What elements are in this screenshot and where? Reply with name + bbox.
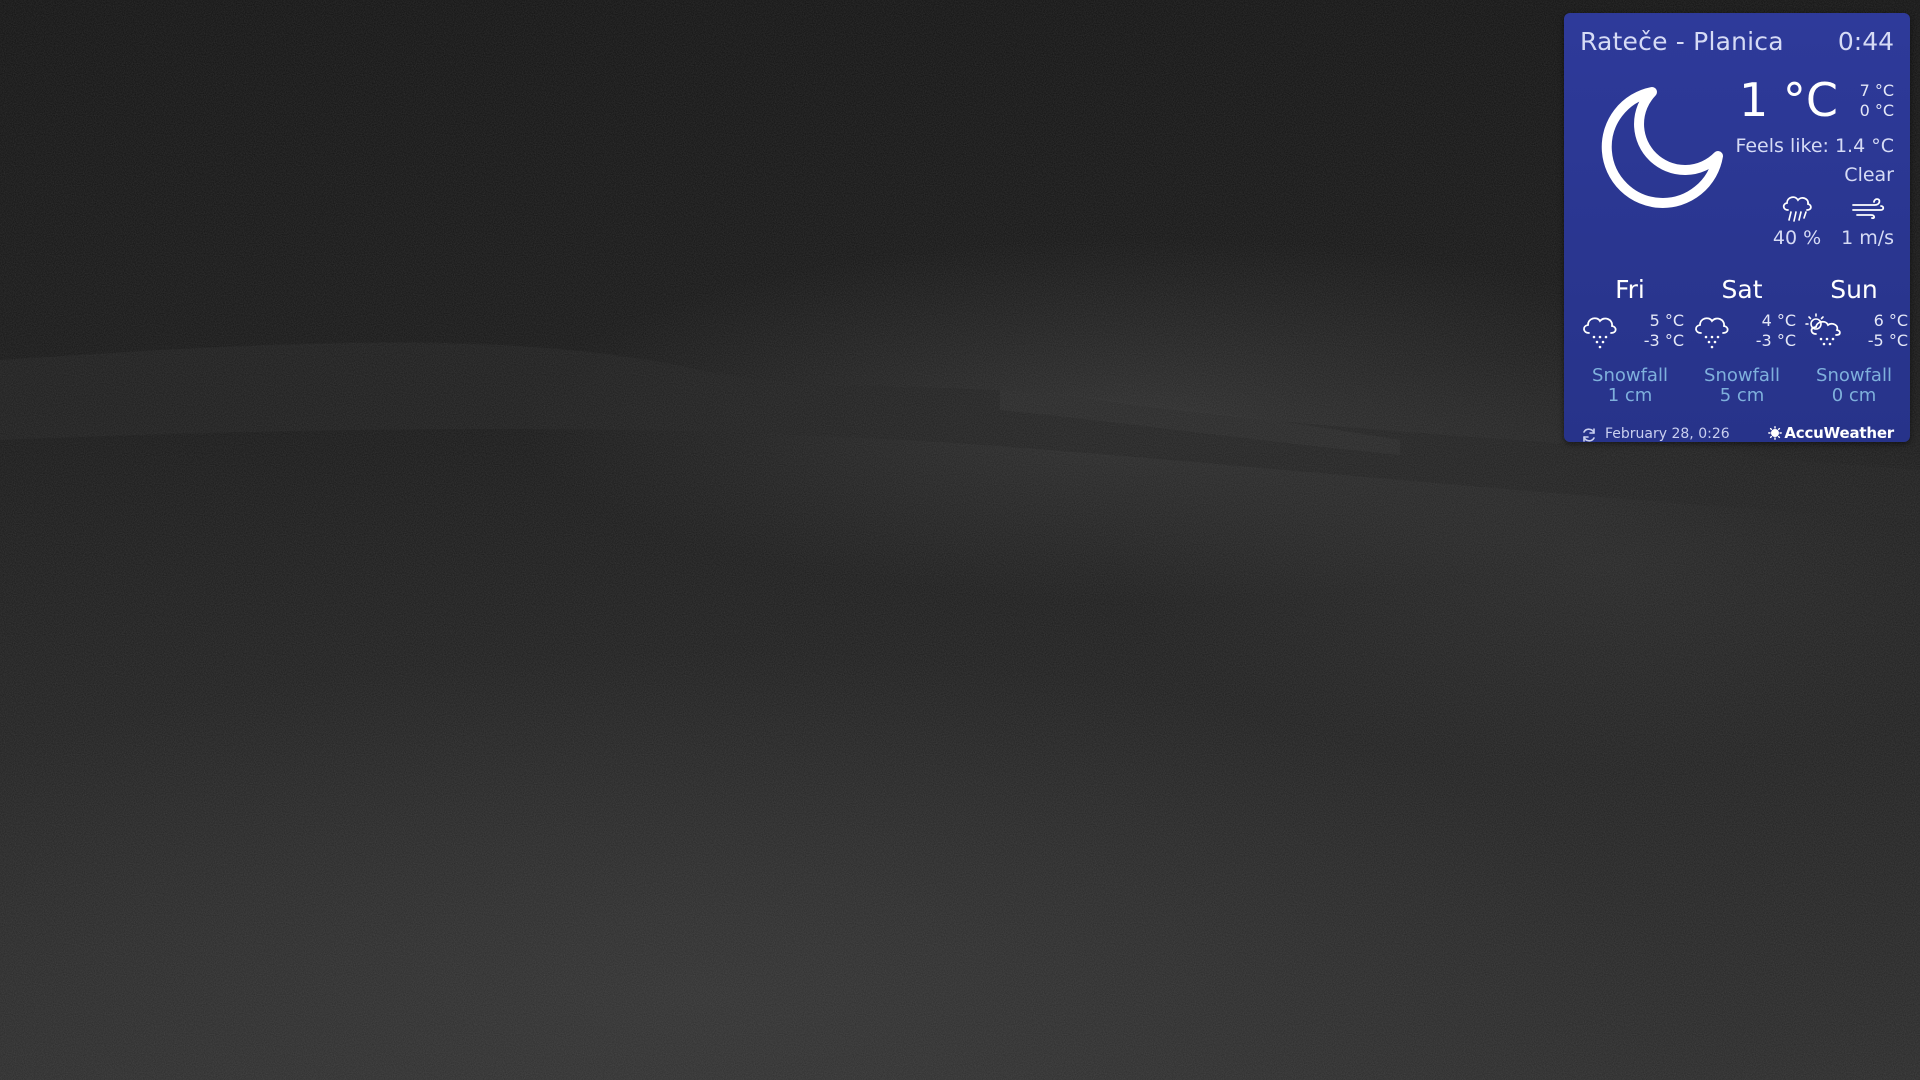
sun-logo-icon bbox=[1768, 426, 1783, 440]
forecast-high: 4 °C bbox=[1761, 311, 1796, 330]
forecast-day: Sat 4 °C -3 °C Snowfall 5 cm bbox=[1686, 275, 1798, 415]
snow-cloud-icon bbox=[1695, 317, 1729, 349]
condition-text: Clear bbox=[1844, 164, 1894, 186]
current-temperature: 1 °C bbox=[1738, 73, 1838, 127]
accuweather-logo[interactable]: AccuWeather bbox=[1768, 424, 1894, 442]
today-high: 7 °C bbox=[1859, 81, 1894, 100]
precip-probability: 40 % bbox=[1772, 227, 1822, 249]
forecast-day-name: Sat bbox=[1721, 275, 1763, 304]
brand-name: AccuWeather bbox=[1784, 424, 1894, 442]
forecast-day-name: Fri bbox=[1615, 275, 1645, 304]
weather-widget: Rateče - Planica 0:44 1 °C 7 °C 0 °C Fee… bbox=[1564, 13, 1910, 442]
forecast-precip-label: Snowfall bbox=[1592, 365, 1668, 386]
forecast-precip-value: 0 cm bbox=[1831, 385, 1877, 406]
today-low: 0 °C bbox=[1859, 101, 1894, 120]
rain-cloud-icon bbox=[1782, 196, 1812, 222]
forecast-precip-label: Snowfall bbox=[1704, 365, 1780, 386]
forecast-day-name: Sun bbox=[1830, 275, 1878, 304]
snow-cloud-icon bbox=[1583, 317, 1617, 349]
forecast-day: Fri 5 °C -3 °C Snowfall 1 cm bbox=[1574, 275, 1686, 415]
wind-icon bbox=[1852, 198, 1885, 219]
wind-speed: 1 m/s bbox=[1841, 227, 1894, 249]
last-updated: February 28, 0:26 bbox=[1605, 426, 1730, 442]
forecast-precip-label: Snowfall bbox=[1816, 365, 1892, 386]
sun-snow-cloud-icon bbox=[1805, 313, 1841, 346]
forecast-precip-value: 1 cm bbox=[1607, 385, 1653, 406]
feels-like: Feels like: 1.4 °C bbox=[1735, 135, 1894, 157]
current-time: 0:44 bbox=[1837, 27, 1894, 56]
forecast-low: -5 °C bbox=[1867, 331, 1908, 350]
forecast-low: -3 °C bbox=[1755, 331, 1796, 350]
forecast-high: 5 °C bbox=[1649, 311, 1684, 330]
forecast-low: -3 °C bbox=[1643, 331, 1684, 350]
forecast-day: Sun 6 °C -5 °C Snowfall 0 cm bbox=[1798, 275, 1910, 415]
forecast-high: 6 °C bbox=[1873, 311, 1908, 330]
moon-crescent-icon bbox=[1601, 87, 1723, 208]
refresh-icon[interactable] bbox=[1581, 427, 1597, 443]
forecast-precip-value: 5 cm bbox=[1719, 385, 1765, 406]
location-name: Rateče - Planica bbox=[1580, 27, 1784, 56]
